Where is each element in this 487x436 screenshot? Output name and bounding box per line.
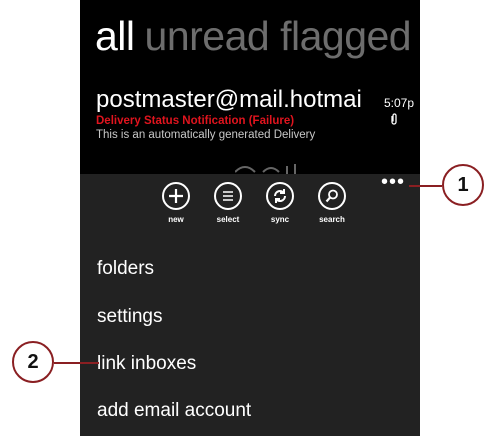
message-sender: postmaster@mail.hotmail.com: [96, 86, 361, 113]
list-icon: [214, 182, 242, 210]
pivot-item-unread-flagged[interactable]: unread flagged: [145, 13, 412, 59]
search-icon: [318, 182, 346, 210]
plus-icon: [162, 182, 190, 210]
phone-screen: all unread flagged postmaster@mail.hotmai…: [80, 0, 420, 436]
menu-item-settings[interactable]: settings: [97, 306, 162, 328]
search-button[interactable]: search: [307, 182, 357, 224]
pivot-header: all unread flagged: [95, 12, 412, 60]
select-button[interactable]: select: [203, 182, 253, 224]
pivot-item-all[interactable]: all: [95, 13, 135, 59]
callout-1-leader: [409, 185, 442, 187]
app-bar: ••• new select sync search folders setti…: [80, 172, 420, 436]
sync-button[interactable]: sync: [255, 182, 305, 224]
select-button-label: select: [216, 215, 240, 224]
sync-button-label: sync: [270, 215, 290, 224]
callout-2: 2: [12, 341, 54, 383]
message-subject: Delivery Status Notification (Failure): [96, 115, 295, 127]
message-list-item[interactable]: postmaster@mail.hotmail.com 5:07p Delive…: [96, 86, 416, 142]
search-button-label: search: [319, 215, 345, 224]
callout-1: 1: [442, 164, 484, 206]
message-time: 5:07p: [384, 96, 415, 110]
menu-item-add-email-account[interactable]: add email account: [97, 400, 251, 422]
attachment-icon: [390, 113, 398, 128]
message-preview: This is an automatically generated Deliv…: [96, 129, 316, 141]
callout-2-leader: [54, 362, 99, 364]
new-button-label: new: [168, 215, 184, 224]
more-options-ellipsis[interactable]: •••: [381, 172, 405, 192]
menu-item-folders[interactable]: folders: [97, 258, 154, 280]
sync-icon: [266, 182, 294, 210]
menu-item-link-inboxes[interactable]: link inboxes: [97, 353, 196, 375]
new-button[interactable]: new: [151, 182, 201, 224]
